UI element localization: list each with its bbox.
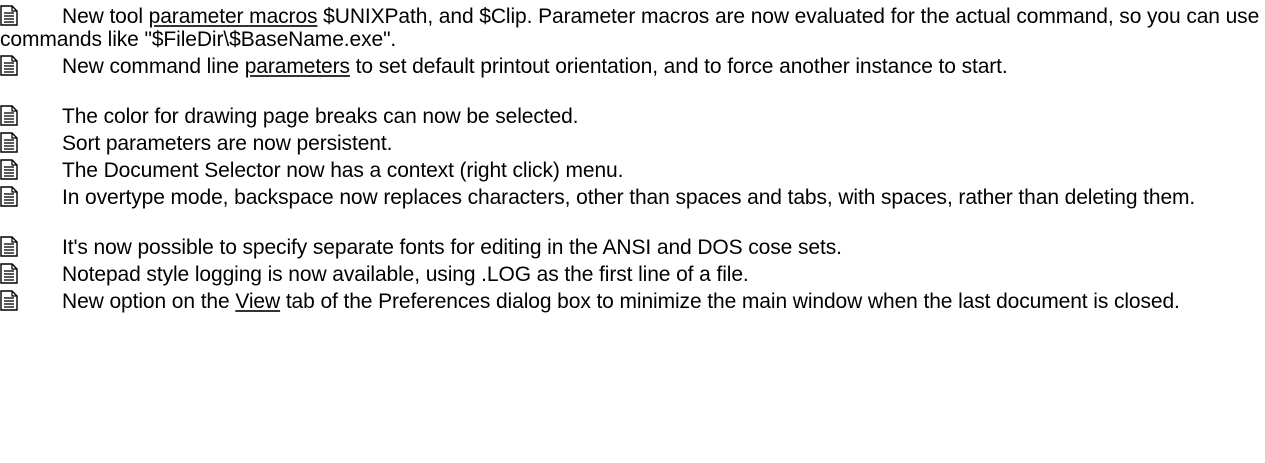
list-item-text: In overtype mode, backspace now replaces… xyxy=(62,186,1196,209)
list-item-text: Notepad style logging is now available, … xyxy=(62,263,749,286)
list-item: The Document Selector now has a context … xyxy=(0,159,1265,182)
parameter-macros-link[interactable]: parameter macros xyxy=(149,5,318,28)
list-item: Sort parameters are now persistent. xyxy=(0,132,1265,155)
document-icon xyxy=(0,186,18,207)
list-item: The color for drawing page breaks can no… xyxy=(0,105,1265,128)
view-tab-link[interactable]: View xyxy=(235,290,280,313)
list-item: It's now possible to specify separate fo… xyxy=(0,236,1265,259)
parameters-link[interactable]: parameters xyxy=(245,55,350,78)
list-item: In overtype mode, backspace now replaces… xyxy=(0,186,1265,232)
list-item: New command line parameters to set defau… xyxy=(0,55,1265,101)
list-item-text: The color for drawing page breaks can no… xyxy=(62,105,579,128)
list-item-text: New tool parameter macros $UNIXPath, and… xyxy=(0,5,1260,51)
document-icon xyxy=(0,159,18,180)
list-item-text: The Document Selector now has a context … xyxy=(62,159,624,182)
document-icon xyxy=(0,55,18,76)
document-icon xyxy=(0,263,18,284)
list-item: Notepad style logging is now available, … xyxy=(0,263,1265,286)
list-item: New tool parameter macros $UNIXPath, and… xyxy=(0,5,1265,51)
list-item-text: New command line parameters to set defau… xyxy=(62,55,1008,78)
document-icon xyxy=(0,290,18,311)
document-icon xyxy=(0,236,18,257)
list-item: New option on the View tab of the Prefer… xyxy=(0,290,1265,336)
document-icon xyxy=(0,105,18,126)
document-icon xyxy=(0,5,18,26)
list-item-text: Sort parameters are now persistent. xyxy=(62,132,393,155)
list-item-text: New option on the View tab of the Prefer… xyxy=(62,290,1180,313)
release-notes-list: New tool parameter macros $UNIXPath, and… xyxy=(0,0,1265,336)
document-icon xyxy=(0,132,18,153)
list-item-text: It's now possible to specify separate fo… xyxy=(62,236,842,259)
